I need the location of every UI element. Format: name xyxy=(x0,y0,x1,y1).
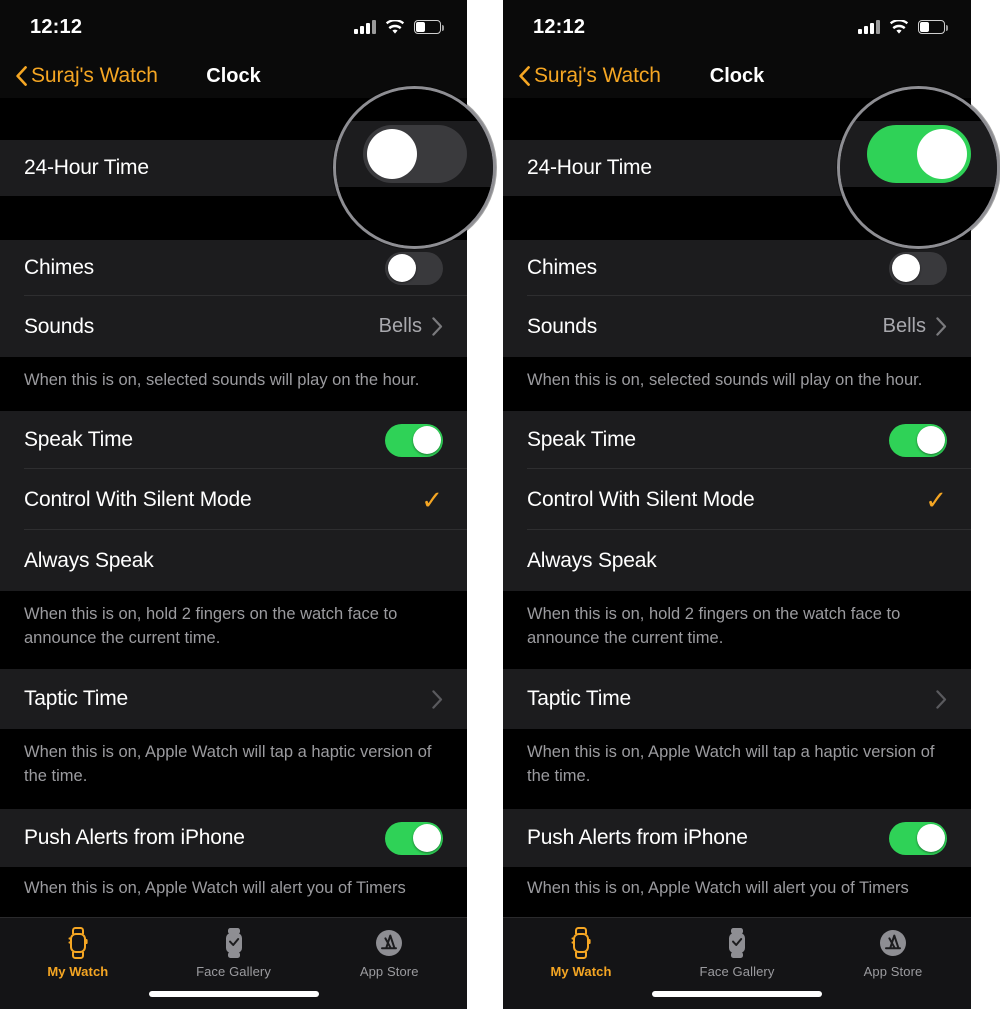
toggle-chimes[interactable] xyxy=(385,251,443,285)
tab-label: My Watch xyxy=(550,964,612,979)
watch-face-icon xyxy=(724,926,750,960)
tab-bar: My Watch Face Gallery App Store xyxy=(0,917,467,1009)
tab-face-gallery[interactable]: Face Gallery xyxy=(659,926,815,979)
row-push-alerts-from-iphone[interactable]: Push Alerts from iPhone xyxy=(0,809,467,867)
watch-face-icon xyxy=(221,926,247,960)
toggle-chimes[interactable] xyxy=(889,251,947,285)
battery-icon xyxy=(414,20,444,34)
tab-my-watch[interactable]: My Watch xyxy=(503,926,659,979)
toggle-speak-time[interactable] xyxy=(385,423,443,457)
screenshot-stage: 12:12 Suraj's Watch Clock 24-Hour Time C… xyxy=(0,0,1000,1009)
row-taptic-time[interactable]: Taptic Time xyxy=(503,669,971,729)
row-label: Always Speak xyxy=(24,548,154,572)
row-sounds[interactable]: Sounds Bells xyxy=(503,296,971,357)
checkmark-icon: ✓ xyxy=(421,484,443,515)
row-label: Push Alerts from iPhone xyxy=(527,826,748,849)
tab-label: App Store xyxy=(359,964,419,979)
app-store-icon xyxy=(878,926,908,960)
status-bar-time: 12:12 xyxy=(30,15,83,38)
chevron-right-icon xyxy=(432,689,443,709)
tab-face-gallery[interactable]: Face Gallery xyxy=(156,926,312,979)
toggle-push-alerts[interactable] xyxy=(385,821,443,855)
row-sounds[interactable]: Sounds Bells xyxy=(0,296,467,357)
row-taptic-time[interactable]: Taptic Time xyxy=(0,669,467,729)
chevron-left-icon xyxy=(16,66,27,86)
apple-watch-icon xyxy=(64,926,92,960)
status-bar: 12:12 xyxy=(0,0,467,54)
chevron-right-icon xyxy=(936,317,947,336)
row-always-speak[interactable]: Always Speak xyxy=(0,530,467,591)
apple-watch-icon xyxy=(567,926,595,960)
row-label: Push Alerts from iPhone xyxy=(24,826,245,849)
status-bar-indicators xyxy=(858,19,948,35)
chevron-right-icon xyxy=(936,689,947,709)
row-label: Taptic Time xyxy=(527,687,631,710)
footnote-speak-time: When this is on, hold 2 fingers on the w… xyxy=(503,591,971,669)
row-chimes[interactable]: Chimes xyxy=(0,240,467,296)
tab-label: Face Gallery xyxy=(196,964,271,979)
row-label: Chimes xyxy=(527,256,597,279)
back-button-label: Suraj's Watch xyxy=(534,64,661,87)
row-speak-time[interactable]: Speak Time xyxy=(0,411,467,469)
chevron-left-icon xyxy=(519,66,530,86)
toggle-push-alerts[interactable] xyxy=(889,821,947,855)
tab-app-store[interactable]: App Store xyxy=(815,926,971,979)
back-button[interactable]: Suraj's Watch xyxy=(519,64,661,88)
tab-my-watch[interactable]: My Watch xyxy=(0,926,156,979)
row-push-alerts-from-iphone[interactable]: Push Alerts from iPhone xyxy=(503,809,971,867)
magnifier-lens-left xyxy=(333,86,496,249)
row-label: Chimes xyxy=(24,256,94,279)
footnote-speak-time: When this is on, hold 2 fingers on the w… xyxy=(0,591,467,669)
row-label: 24-Hour Time xyxy=(24,156,149,179)
row-always-speak[interactable]: Always Speak xyxy=(503,530,971,591)
tab-label: My Watch xyxy=(47,964,109,979)
row-label: 24-Hour Time xyxy=(527,156,652,179)
tab-app-store[interactable]: App Store xyxy=(311,926,467,979)
status-bar: 12:12 xyxy=(503,0,971,54)
footnote-chimes: When this is on, selected sounds will pl… xyxy=(503,357,971,411)
row-value: Bells xyxy=(378,315,422,337)
row-chimes[interactable]: Chimes xyxy=(503,240,971,296)
footnote-taptic-time: When this is on, Apple Watch will tap a … xyxy=(503,729,971,809)
footnote-push-alerts: When this is on, Apple Watch will alert … xyxy=(503,867,971,907)
back-button-label: Suraj's Watch xyxy=(31,64,158,87)
row-label: Control With Silent Mode xyxy=(24,487,252,511)
app-store-icon xyxy=(374,926,404,960)
row-speak-time[interactable]: Speak Time xyxy=(503,411,971,469)
footnote-push-alerts: When this is on, Apple Watch will alert … xyxy=(0,867,467,907)
status-bar-time: 12:12 xyxy=(533,15,586,38)
wifi-icon xyxy=(889,19,909,35)
home-indicator xyxy=(148,991,319,997)
checkmark-icon: ✓ xyxy=(925,484,947,515)
footnote-chimes: When this is on, selected sounds will pl… xyxy=(0,357,467,411)
toggle-speak-time[interactable] xyxy=(889,423,947,457)
row-control-with-silent-mode[interactable]: Control With Silent Mode ✓ xyxy=(503,469,971,530)
row-label: Sounds xyxy=(24,314,95,338)
row-control-with-silent-mode[interactable]: Control With Silent Mode ✓ xyxy=(0,469,467,530)
tab-bar: My Watch Face Gallery App Store xyxy=(503,917,971,1009)
footnote-taptic-time: When this is on, Apple Watch will tap a … xyxy=(0,729,467,809)
magnifier-lens-right xyxy=(837,86,1000,249)
status-bar-indicators xyxy=(354,19,444,35)
row-label: Sounds xyxy=(527,314,598,338)
row-value: Bells xyxy=(882,315,926,337)
row-label: Always Speak xyxy=(527,548,657,572)
row-label: Speak Time xyxy=(24,428,133,451)
back-button[interactable]: Suraj's Watch xyxy=(16,64,158,88)
cellular-signal-icon xyxy=(858,20,880,34)
row-label: Speak Time xyxy=(527,428,636,451)
home-indicator xyxy=(652,991,822,997)
cellular-signal-icon xyxy=(354,20,376,34)
row-label: Taptic Time xyxy=(24,687,128,710)
row-label: Control With Silent Mode xyxy=(527,487,755,511)
wifi-icon xyxy=(385,19,405,35)
chevron-right-icon xyxy=(432,317,443,336)
tab-label: App Store xyxy=(863,964,923,979)
tab-label: Face Gallery xyxy=(699,964,775,979)
battery-icon xyxy=(918,20,948,34)
